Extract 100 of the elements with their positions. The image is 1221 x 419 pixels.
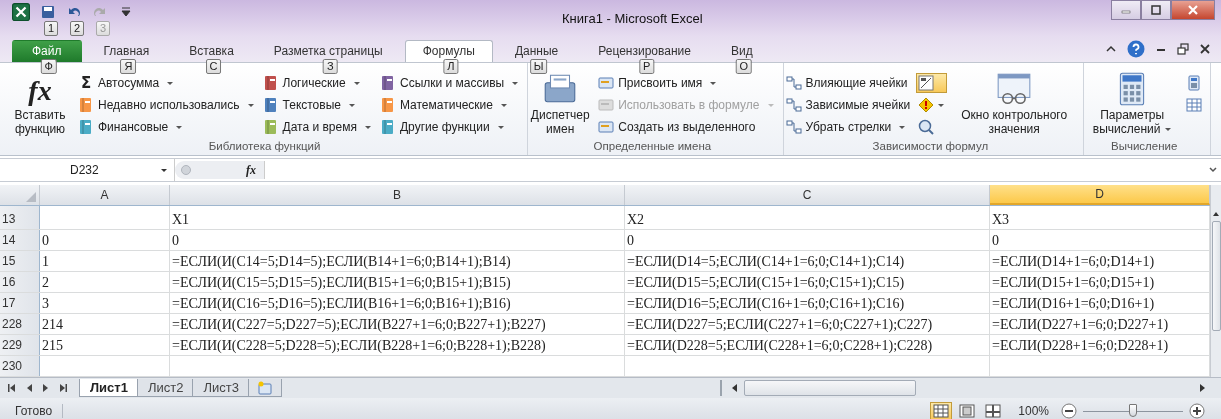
formula-icon: [918, 75, 935, 91]
close-icon: [1187, 4, 1199, 16]
help-icon[interactable]: [1127, 40, 1145, 58]
ribbon-tab[interactable]: Файл: [12, 40, 82, 62]
row-header[interactable]: 14: [0, 230, 40, 250]
ribbon-tab[interactable]: Разметка страницы: [255, 40, 401, 62]
caret-icon: [160, 166, 168, 174]
table-cell: =ЕСЛИ(И(C227=5;D227=5);ЕСЛИ(B227+1=6;0;B227+1);B227): [172, 316, 546, 333]
ribbon-button[interactable]: Окно контрольного значения: [951, 70, 1078, 138]
keytip: О: [735, 59, 753, 74]
group-label: Определенные имена: [592, 140, 713, 154]
table-cell: =ЕСЛИ(D228+1=6;0;D228+1): [992, 337, 1169, 354]
ribbon-button[interactable]: Недавно использовались: [76, 95, 257, 114]
ribbon-button[interactable]: Математические: [377, 95, 522, 114]
ribbon-button[interactable]: Логические: [260, 73, 374, 92]
ribbon-button[interactable]: Присвоить имя: [596, 73, 777, 92]
maximize-icon: [1150, 4, 1162, 16]
calculator-icon: [1186, 75, 1203, 91]
ribbon-tab[interactable]: Формулы: [404, 40, 493, 62]
function-icon: fx: [28, 76, 52, 106]
row-header[interactable]: 13: [0, 206, 40, 229]
zoom-out-icon[interactable]: [1061, 403, 1077, 419]
table-cell: 2: [42, 274, 49, 291]
ribbon-button[interactable]: Σ Автосумма: [76, 73, 257, 92]
ribbon-tab[interactable]: Рецензирование: [580, 40, 709, 62]
sheet-tab[interactable]: Лист3: [192, 379, 250, 397]
maximize-button[interactable]: [1141, 0, 1171, 20]
card-icon: [598, 118, 615, 135]
zoom-slider-thumb[interactable]: [1129, 403, 1137, 417]
column-header[interactable]: B: [170, 185, 625, 205]
name-box[interactable]: D232: [15, 159, 175, 181]
keytip: 2: [70, 21, 85, 36]
book-icon: [379, 74, 396, 91]
row-header[interactable]: 16: [0, 272, 40, 292]
new-sheet-icon: [256, 380, 273, 395]
table-cell: 1: [42, 253, 49, 270]
caret-icon: [937, 101, 946, 109]
ribbon-button[interactable]: Зависимые ячейки: [783, 95, 913, 114]
group-label: Библиотека функций: [207, 140, 322, 154]
column-header[interactable]: A: [40, 185, 170, 205]
row-header[interactable]: 228: [0, 314, 40, 334]
ribbon-button[interactable]: Создать из выделенного: [596, 117, 777, 136]
save-icon[interactable]: [40, 4, 56, 20]
ribbon-button[interactable]: Текстовые: [260, 95, 374, 114]
table-cell: 0: [42, 232, 49, 249]
vertical-scrollbar[interactable]: [1210, 185, 1221, 377]
restore-icon[interactable]: [1177, 43, 1189, 55]
row-header[interactable]: 230: [0, 356, 40, 376]
row-header[interactable]: 17: [0, 293, 40, 313]
splitter-handle[interactable]: [181, 165, 191, 175]
book-icon: [379, 118, 396, 135]
grid-icon: [933, 404, 950, 418]
row-header[interactable]: 15: [0, 251, 40, 271]
group-label: Зависимости формул: [871, 140, 990, 154]
row-header[interactable]: 229: [0, 335, 40, 355]
scroll-thumb[interactable]: [743, 380, 916, 396]
magnifier-icon: [918, 119, 935, 135]
scroll-thumb[interactable]: [1211, 221, 1221, 331]
group-label: Вычисление: [1110, 140, 1179, 154]
zoom-level[interactable]: 100%: [1018, 404, 1049, 418]
toolbar-button[interactable]: [916, 73, 948, 93]
ribbon-tab[interactable]: Главная: [85, 40, 168, 62]
sheet-tab[interactable]: Лист1: [79, 379, 139, 397]
keytip: 3: [96, 21, 111, 36]
ribbon-button[interactable]: Другие функции: [377, 117, 522, 136]
ribbon-button[interactable]: Влияющие ячейки: [783, 73, 913, 92]
column-header[interactable]: D: [990, 185, 1210, 205]
minimize-button[interactable]: [1111, 0, 1141, 20]
last-sheet-icon[interactable]: [59, 383, 67, 393]
ribbon-button[interactable]: Дата и время: [260, 117, 374, 136]
book-icon: [262, 74, 279, 91]
sheet-tab[interactable]: Лист2: [136, 379, 195, 397]
excel-logo-icon: [12, 3, 30, 21]
ribbon-button[interactable]: Убрать стрелки: [783, 117, 913, 136]
first-sheet-icon[interactable]: [8, 383, 16, 393]
warning-icon: [918, 97, 935, 113]
table-cell: 214: [42, 316, 63, 333]
ribbon-button[interactable]: Ссылки и массивы: [377, 73, 522, 92]
normal-view-button[interactable]: [930, 402, 953, 419]
table-cell: =ЕСЛИ(D227+1=6;0;D227+1): [992, 316, 1169, 333]
zoom-in-icon[interactable]: [1189, 403, 1205, 419]
ribbon-button[interactable]: Параметры вычислений: [1084, 70, 1181, 138]
close-icon[interactable]: [1199, 43, 1211, 55]
page-icon: [959, 404, 976, 418]
expand-icon[interactable]: [1208, 165, 1218, 175]
window-title: Книга1 - Microsoft Excel: [562, 10, 704, 26]
ribbon-button[interactable]: Финансовые: [76, 117, 257, 136]
ribbon-tab[interactable]: Вставка: [171, 40, 252, 62]
table-cell: =ЕСЛИ(D15=5;ЕСЛИ(C15+1=6;0;C15+1);C15): [627, 274, 905, 291]
ribbon-tab[interactable]: Данные: [496, 40, 577, 62]
previous-sheet-icon[interactable]: [25, 383, 33, 393]
insert-function-icon[interactable]: fx: [246, 162, 256, 178]
keytip: Р: [638, 59, 655, 74]
sheet-icon: [1186, 97, 1203, 113]
keytip: Л: [443, 59, 459, 74]
table-cell: 0: [172, 232, 179, 249]
status-text: Готово: [15, 404, 64, 418]
close-button[interactable]: [1171, 0, 1215, 20]
next-sheet-icon[interactable]: [42, 383, 50, 393]
ribbon-tab[interactable]: Вид: [712, 40, 771, 62]
